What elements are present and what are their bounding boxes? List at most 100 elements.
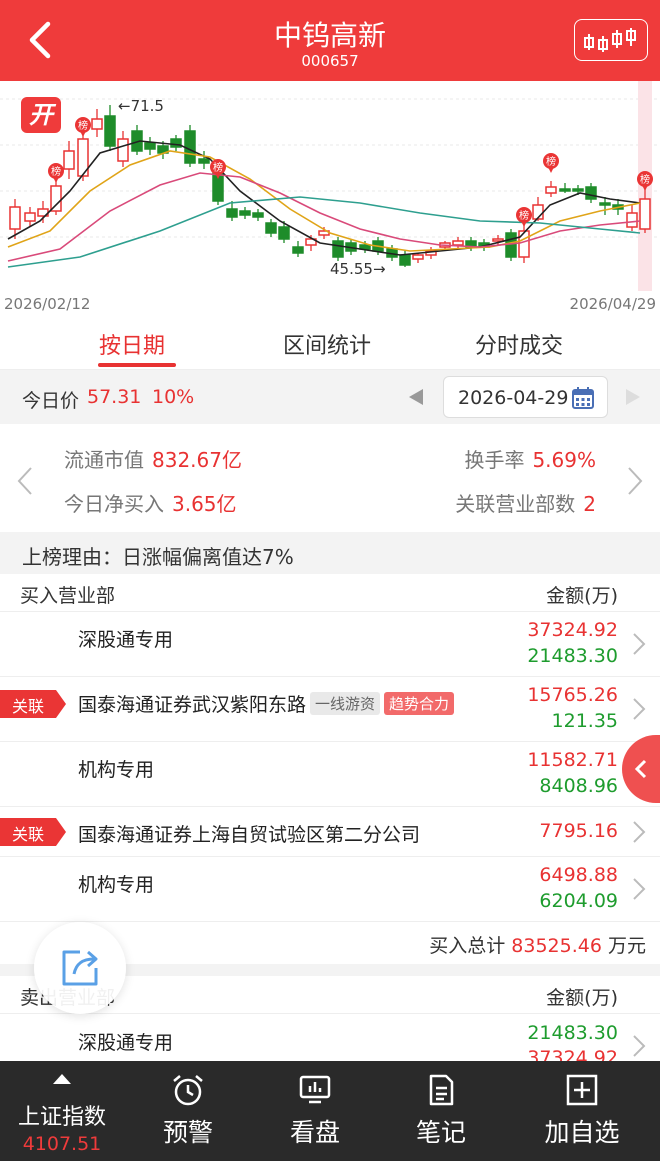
buy-branch-name: 国泰海通证券武汉紫阳东路 一线游资 趋势合力: [78, 690, 455, 717]
sell-amount-first: 21483.30: [527, 1022, 618, 1044]
kline-toggle-button[interactable]: [574, 19, 648, 61]
candle-body: [452, 240, 464, 246]
candle-body: [104, 115, 116, 147]
selected-date: 2026-04-29: [458, 387, 569, 409]
buy-row[interactable]: 深股通专用 37324.92 21483.30: [0, 612, 660, 677]
chevron-right-icon: [633, 1035, 646, 1057]
date-row: 今日价 57.31 10% 2026-04-29: [0, 370, 660, 424]
rank-marker-text: 榜: [213, 161, 223, 174]
active-tab-indicator: [98, 363, 176, 367]
candle-body: [332, 240, 344, 258]
candle-body: [9, 206, 21, 230]
turnover-label: 换手率: [464, 448, 525, 472]
candle-body: [559, 188, 571, 192]
summary-next-icon[interactable]: [626, 466, 644, 496]
candle-body: [639, 198, 651, 230]
plus-box-icon: [566, 1074, 598, 1106]
candle-body: [63, 150, 75, 170]
listing-reason-text: 上榜理由：日涨幅偏离值达7%: [22, 545, 294, 569]
share-float-button[interactable]: [34, 922, 126, 1014]
net-buy: 今日净买入 3.65亿: [64, 488, 237, 517]
amount-header-label: 金额(万): [546, 585, 618, 607]
turnover-rate: 换手率 5.69%: [464, 444, 596, 473]
candle-body: [492, 238, 504, 242]
nav-add-label: 加自选: [544, 1118, 620, 1147]
candle-body: [265, 222, 277, 234]
buy-row[interactable]: 机构专用 6498.88 6204.09: [0, 857, 660, 922]
app-screen: 中钨高新 000657 ←71.5 45.55→ 榜榜榜榜榜榜 开 2026/02/…: [0, 0, 660, 1161]
tab-intraday-trades[interactable]: 分时成交: [475, 328, 563, 360]
buy-branch-text: 国泰海通证券武汉紫阳东路: [78, 694, 307, 716]
nav-notes[interactable]: 笔记: [378, 1061, 504, 1161]
caret-up-icon: [53, 1074, 71, 1084]
rank-marker-text: 榜: [519, 209, 529, 222]
rank-marker-text: 榜: [640, 173, 650, 186]
chart-end-date: 2026/04/29: [569, 295, 656, 313]
tab-by-date[interactable]: 按日期: [99, 328, 165, 360]
buy-row[interactable]: 关联 国泰海通证券上海自贸试验区第二分公司 7795.16: [0, 807, 660, 857]
stock-name: 中钨高新: [273, 19, 386, 52]
calendar-icon: [572, 387, 594, 409]
nav-notes-label: 笔记: [415, 1118, 466, 1147]
share-icon: [62, 950, 98, 986]
buy-amount: 37324.92: [527, 619, 618, 641]
buy-row[interactable]: 关联 国泰海通证券武汉紫阳东路 一线游资 趋势合力 15765.26 121.35: [0, 677, 660, 742]
sell-amount: 121.35: [551, 710, 618, 732]
index-name: 上证指数: [17, 1105, 106, 1130]
ma20-line: [7, 172, 641, 262]
candle-body: [198, 158, 210, 164]
candle-body: [359, 244, 371, 250]
buy-branch-name: 国泰海通证券上海自贸试验区第二分公司: [78, 820, 420, 847]
candle-body: [91, 118, 103, 130]
nav-alert[interactable]: 预警: [124, 1061, 252, 1161]
candle-body: [572, 188, 584, 192]
candle-body: [585, 186, 597, 200]
chevron-right-icon: [633, 698, 646, 720]
sell-amount: 8408.96: [539, 775, 618, 797]
float-cap-label: 流通市值: [64, 448, 144, 472]
sell-branch-name: 深股通专用: [78, 1032, 174, 1054]
high-price-annotation: ←71.5: [118, 97, 164, 115]
buy-row[interactable]: 机构专用 11582.71 8408.96: [0, 742, 660, 807]
low-price-annotation: 45.55→: [330, 260, 386, 278]
related-branches-value: 2: [583, 492, 596, 516]
buy-branch-text: 国泰海通证券上海自贸试验区第二分公司: [78, 824, 421, 846]
next-date-icon[interactable]: [624, 387, 642, 407]
candle-body: [412, 254, 424, 260]
buy-total-value: 83525.46: [511, 935, 602, 957]
kline-svg: ←71.545.55→榜榜 榜榜榜榜: [0, 81, 660, 291]
candle-body: [599, 202, 611, 206]
nav-add-watchlist[interactable]: 加自选: [504, 1061, 660, 1161]
prev-date-icon[interactable]: [407, 387, 425, 407]
candle-body: [50, 185, 62, 212]
tab-bar: 按日期 区间统计 分时成交: [0, 318, 660, 370]
buy-branch-name: 深股通专用: [78, 625, 173, 652]
buy-section-header: 买入营业部 金额(万): [0, 574, 660, 612]
today-change-pct: 10%: [152, 386, 195, 408]
sell-amount: 21483.30: [527, 645, 618, 667]
date-picker[interactable]: 2026-04-29: [443, 376, 608, 418]
index-value: 4107.51: [22, 1133, 102, 1155]
related-badge-label: 关联: [12, 825, 45, 844]
float-cap-value: 832.67亿: [152, 448, 242, 472]
bottom-nav: 上证指数 4107.51 预警 看盘 笔记 加自选: [0, 1061, 660, 1161]
index-ticker[interactable]: 上证指数 4107.51: [0, 1061, 124, 1161]
open-account-badge[interactable]: 开: [21, 97, 61, 133]
candle-body: [518, 230, 530, 258]
kline-chart[interactable]: ←71.5 45.55→ 榜榜榜榜榜榜 开 2026/02/12 2026/04/2…: [0, 81, 660, 318]
tab-range-stats[interactable]: 区间统计: [283, 328, 371, 360]
buy-total-label: 买入总计: [429, 935, 506, 957]
buy-total: 买入总计 83525.46 万元: [429, 931, 646, 958]
today-price-value: 57.31: [87, 386, 142, 408]
chevron-right-icon: [633, 633, 646, 655]
candle-body: [117, 138, 129, 162]
nav-alert-label: 预警: [162, 1118, 213, 1147]
today-price-label: 今日价: [22, 390, 80, 412]
candle-body: [239, 210, 251, 216]
rank-marker-text: 榜: [78, 119, 88, 132]
rank-marker-text: 榜: [51, 165, 61, 178]
nav-watch-market[interactable]: 看盘: [252, 1061, 378, 1161]
monitor-chart-icon: [299, 1075, 331, 1104]
summary-prev-icon[interactable]: [16, 466, 34, 496]
chevron-right-icon: [633, 821, 646, 843]
